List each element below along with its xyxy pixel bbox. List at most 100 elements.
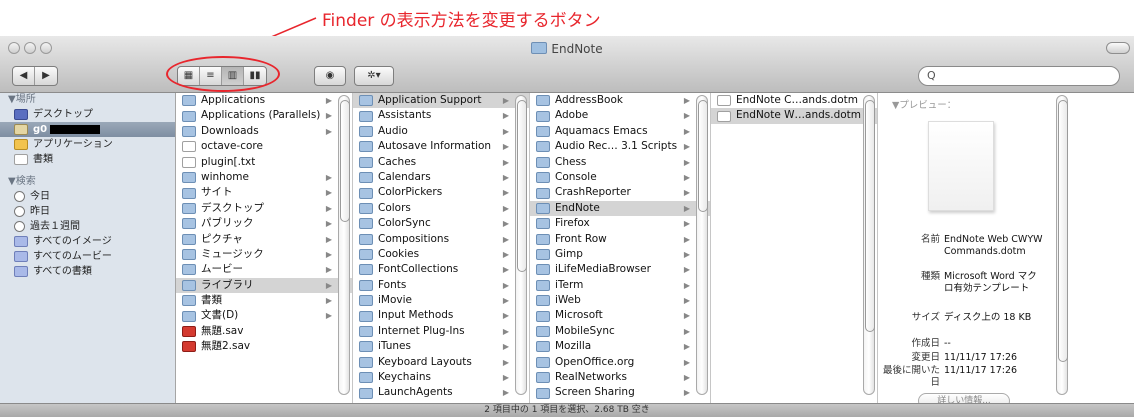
list-item[interactable]: winhome ▶ [176,170,352,185]
list-item[interactable]: EndNote W…ands.dotm [711,108,877,124]
forward-button[interactable]: ▶ [35,67,57,85]
list-item[interactable]: Mozilla ▶ [530,339,710,354]
folder-icon [182,233,196,245]
list-item[interactable]: デスクトップ ▶ [176,201,352,216]
list-item[interactable]: FontCollections ▶ [353,262,529,277]
column-scrollbar[interactable] [338,95,350,395]
disclosure-arrow-icon: ▶ [683,311,690,321]
sidebar-item-today[interactable]: 今日 [0,189,175,204]
list-item[interactable]: iWeb ▶ [530,293,710,308]
scrollbar-thumb[interactable] [517,100,527,272]
list-item[interactable]: Firefox ▶ [530,216,710,231]
list-item[interactable]: Console ▶ [530,170,710,185]
list-item[interactable]: iLifeMediaBrowser ▶ [530,262,710,277]
list-item[interactable]: MobileSync ▶ [530,324,710,339]
list-item[interactable]: RealNetworks ▶ [530,370,710,385]
list-item[interactable]: Autosave Information ▶ [353,139,529,154]
list-item[interactable]: iTerm ▶ [530,278,710,293]
list-item[interactable]: iMovie ▶ [353,293,529,308]
list-item[interactable]: Caches ▶ [353,155,529,170]
list-item[interactable]: iTunes ▶ [353,339,529,354]
list-item[interactable]: Assistants ▶ [353,108,529,123]
list-item[interactable]: Application Support ▶ [353,93,529,109]
preview-scrollbar[interactable] [1056,95,1068,395]
list-item[interactable]: Applications ▶ [176,93,352,108]
list-item[interactable]: ミュージック ▶ [176,247,352,262]
list-item[interactable]: Adobe ▶ [530,108,710,123]
list-item[interactable]: 無題.sav [176,324,352,339]
list-item[interactable]: Screen Sharing ▶ [530,385,710,400]
list-item[interactable]: octave-core [176,139,352,154]
list-item[interactable]: パブリック ▶ [176,216,352,231]
list-item[interactable]: AddressBook ▶ [530,93,710,108]
action-menu-button[interactable]: ✲▾ [354,66,394,86]
disclosure-arrow-icon: ▶ [325,172,332,182]
list-item[interactable]: Keychains ▶ [353,370,529,385]
list-item[interactable]: 書類 ▶ [176,293,352,308]
list-item[interactable]: Internet Plug-Ins ▶ [353,324,529,339]
column-scrollbar[interactable] [515,95,527,395]
list-item[interactable]: Cookies ▶ [353,247,529,262]
column-scrollbar[interactable] [696,95,708,395]
toolbar-toggle-button[interactable] [1106,42,1130,54]
sidebar-item-yesterday[interactable]: 昨日 [0,204,175,219]
list-item[interactable]: OpenOffice.org ▶ [530,355,710,370]
list-item[interactable]: Chess ▶ [530,155,710,170]
list-item[interactable]: Fonts ▶ [353,278,529,293]
sidebar-item-all-images[interactable]: すべてのイメージ [0,234,175,249]
list-item[interactable]: Input Methods ▶ [353,308,529,323]
list-item[interactable]: ピクチャ ▶ [176,232,352,247]
list-item-label: MobileSync [555,324,615,337]
list-item[interactable]: ライブラリ ▶ [176,277,352,294]
list-item[interactable]: LaunchAgents ▶ [353,385,529,400]
sidebar-item-all-movies[interactable]: すべてのムービー [0,249,175,264]
folder-icon [359,202,373,214]
document-thumbnail [928,121,994,211]
list-item[interactable]: ColorSync ▶ [353,216,529,231]
sidebar-item-applications[interactable]: アプリケーション [0,137,175,152]
list-item[interactable]: Calendars ▶ [353,170,529,185]
list-item[interactable]: Applications (Parallels) ▶ [176,108,352,123]
list-item[interactable]: CrashReporter ▶ [530,185,710,200]
list-item[interactable]: Colors ▶ [353,201,529,216]
list-item[interactable]: ColorPickers ▶ [353,185,529,200]
list-item[interactable]: Compositions ▶ [353,232,529,247]
disclosure-arrow-icon: ▶ [683,357,690,367]
back-button[interactable]: ◀ [13,67,35,85]
disclosure-arrow-icon: ▶ [502,157,509,167]
sidebar-item-all-documents[interactable]: すべての書類 [0,264,175,279]
folder-icon [536,372,550,384]
scrollbar-thumb[interactable] [1058,100,1068,362]
quicklook-button[interactable]: ◉ [314,66,346,86]
list-item[interactable]: EndNote C…ands.dotm [711,93,877,108]
list-item[interactable]: Gimp ▶ [530,247,710,262]
scrollbar-thumb[interactable] [865,100,875,332]
sidebar-item-documents[interactable]: 書類 [0,152,175,167]
list-item[interactable]: サイト ▶ [176,185,352,200]
sidebar-search-header[interactable]: ▼検索 [0,175,175,189]
list-item[interactable]: Front Row ▶ [530,232,710,247]
search-field[interactable]: Q [918,66,1120,86]
list-item[interactable]: Aquamacs Emacs ▶ [530,124,710,139]
scrollbar-thumb[interactable] [340,100,350,222]
sidebar-item-home[interactable]: g0 [0,122,175,137]
list-item[interactable]: Keyboard Layouts ▶ [353,355,529,370]
list-item[interactable]: 文書(D) ▶ [176,308,352,323]
list-item[interactable]: 無題2.sav [176,339,352,354]
disclosure-arrow-icon: ▶ [325,219,332,229]
list-item[interactable]: Audio Rec… 3.1 Scripts ▶ [530,139,710,154]
sidebar-item-desktop[interactable]: デスクトップ [0,107,175,122]
column-scrollbar[interactable] [863,95,875,395]
scrollbar-thumb[interactable] [698,100,708,212]
sidebar-item-past-week[interactable]: 過去１週間 [0,219,175,234]
sidebar-places-header[interactable]: ▼場所 [0,93,175,107]
list-item-label: Cookies [378,247,420,260]
folder-icon [182,279,196,291]
folder-icon [359,218,373,230]
list-item[interactable]: Audio ▶ [353,124,529,139]
list-item[interactable]: ムービー ▶ [176,262,352,277]
list-item[interactable]: Downloads ▶ [176,124,352,139]
list-item[interactable]: plugin[.txt [176,155,352,170]
list-item[interactable]: EndNote ▶ [530,200,710,217]
list-item[interactable]: Microsoft ▶ [530,308,710,323]
